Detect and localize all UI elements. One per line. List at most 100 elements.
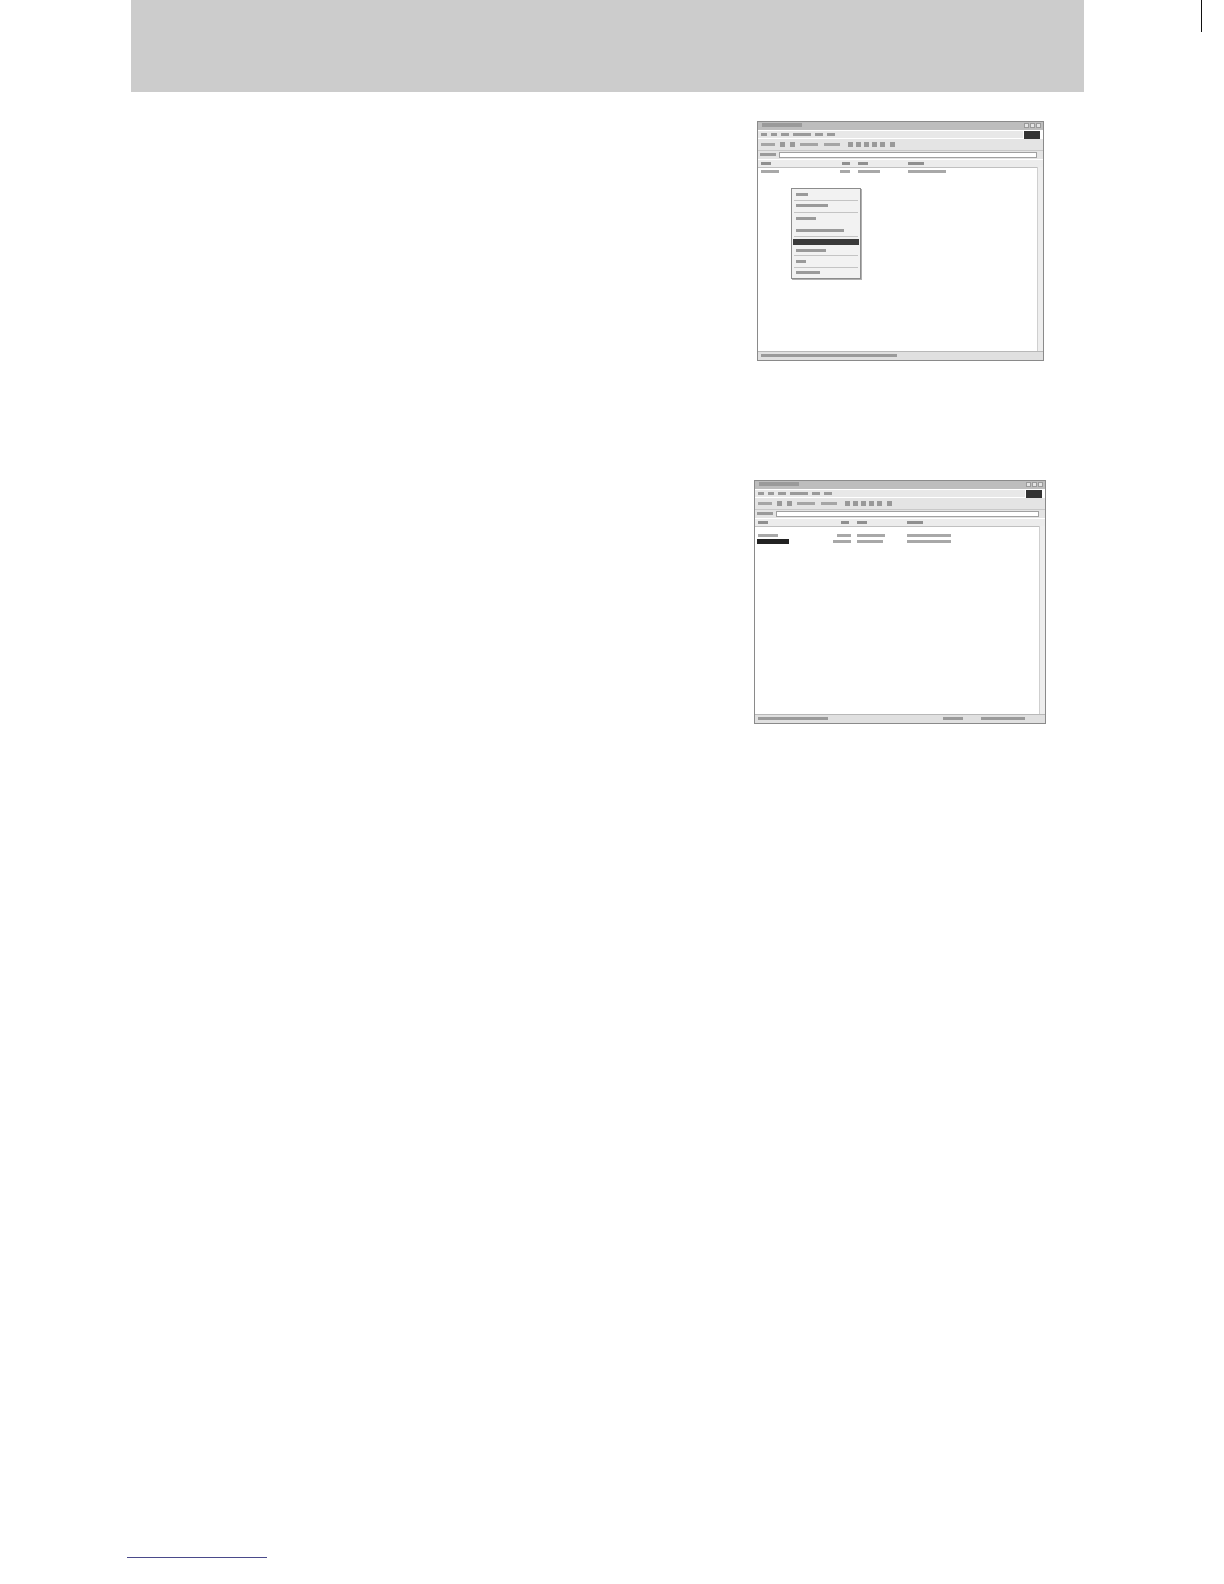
menu-item[interactable] — [781, 133, 789, 136]
back-button[interactable] — [758, 502, 772, 505]
maximize-icon[interactable] — [1032, 482, 1037, 487]
forward-icon[interactable] — [780, 142, 785, 147]
file-size — [840, 170, 850, 173]
file-size — [837, 534, 851, 537]
address-input[interactable] — [779, 152, 1037, 158]
context-menu-item[interactable] — [796, 193, 808, 196]
move-icon[interactable] — [856, 142, 861, 147]
file-name — [757, 539, 789, 544]
menu-separator — [794, 200, 858, 201]
menu-item[interactable] — [812, 492, 820, 495]
maximize-icon[interactable] — [1030, 123, 1035, 128]
screenshot-context-menu — [757, 121, 1044, 361]
screenshot-file-list — [754, 480, 1046, 724]
move-icon[interactable] — [853, 501, 858, 506]
menu-item[interactable] — [815, 133, 823, 136]
column-type[interactable] — [858, 162, 868, 165]
status-bar — [758, 351, 1043, 360]
file-row-selected[interactable] — [755, 539, 1045, 545]
context-menu-item[interactable] — [796, 271, 820, 274]
file-row[interactable] — [758, 169, 1043, 175]
status-zone — [981, 717, 1025, 720]
menu-item[interactable] — [778, 492, 786, 495]
folders-button[interactable] — [824, 143, 840, 146]
up-folder-icon[interactable] — [790, 142, 795, 147]
window-titlebar — [758, 122, 1043, 130]
column-name[interactable] — [758, 521, 768, 524]
file-modified — [907, 534, 951, 537]
history-icon[interactable] — [845, 501, 850, 506]
menu-item[interactable] — [790, 492, 808, 495]
undo-icon[interactable] — [877, 501, 882, 506]
column-modified[interactable] — [907, 521, 923, 524]
minimize-icon[interactable] — [1024, 123, 1029, 128]
column-size[interactable] — [841, 521, 849, 524]
history-icon[interactable] — [848, 142, 853, 147]
page-header-band — [131, 0, 1084, 92]
search-button[interactable] — [797, 502, 815, 505]
context-menu-item[interactable] — [796, 260, 806, 263]
file-modified — [908, 170, 946, 173]
delete-icon[interactable] — [872, 142, 877, 147]
file-name — [761, 170, 779, 173]
file-size — [833, 540, 851, 543]
menu-item[interactable] — [793, 133, 811, 136]
context-menu-item[interactable] — [796, 229, 844, 232]
status-bar — [755, 714, 1045, 723]
views-icon[interactable] — [887, 501, 892, 506]
menu-separator — [794, 255, 858, 256]
status-text — [761, 354, 897, 357]
column-modified[interactable] — [908, 162, 924, 165]
address-label — [757, 512, 773, 515]
address-label — [760, 153, 776, 156]
menu-separator — [794, 267, 858, 268]
window-title — [762, 123, 802, 127]
address-bar — [758, 151, 1043, 159]
views-icon[interactable] — [890, 142, 895, 147]
back-button[interactable] — [761, 143, 775, 146]
menu-bar — [758, 131, 1023, 138]
context-menu-item[interactable] — [796, 217, 816, 220]
menu-separator — [794, 212, 858, 213]
file-name — [758, 534, 778, 537]
vertical-scrollbar[interactable] — [1037, 167, 1043, 351]
vertical-scrollbar[interactable] — [1039, 526, 1045, 714]
address-bar — [755, 510, 1045, 518]
copy-icon[interactable] — [864, 142, 869, 147]
toolbar — [755, 498, 1045, 510]
undo-icon[interactable] — [880, 142, 885, 147]
address-input[interactable] — [776, 511, 1039, 517]
context-menu-item[interactable] — [796, 249, 826, 252]
menu-separator — [794, 236, 858, 237]
footnote-rule — [127, 1557, 267, 1558]
minimize-icon[interactable] — [1026, 482, 1031, 487]
column-type[interactable] — [857, 521, 867, 524]
menu-item[interactable] — [761, 133, 767, 136]
menu-item[interactable] — [758, 492, 764, 495]
column-header — [755, 519, 1045, 527]
search-button[interactable] — [800, 143, 818, 146]
menu-item[interactable] — [771, 133, 777, 136]
context-menu-item[interactable] — [796, 204, 828, 207]
column-size[interactable] — [842, 162, 850, 165]
menu-item[interactable] — [827, 133, 835, 136]
page-edge-mark — [1201, 0, 1202, 32]
file-type — [857, 540, 883, 543]
file-type — [858, 170, 880, 173]
menu-item[interactable] — [824, 492, 832, 495]
forward-icon[interactable] — [777, 501, 782, 506]
close-icon[interactable] — [1036, 123, 1041, 128]
window-title — [759, 482, 799, 486]
close-icon[interactable] — [1038, 482, 1043, 487]
folders-button[interactable] — [821, 502, 837, 505]
up-folder-icon[interactable] — [787, 501, 792, 506]
column-name[interactable] — [761, 162, 771, 165]
menu-item[interactable] — [768, 492, 774, 495]
toolbar — [758, 139, 1043, 151]
copy-icon[interactable] — [861, 501, 866, 506]
delete-icon[interactable] — [869, 501, 874, 506]
context-menu-item-highlighted[interactable] — [793, 239, 859, 245]
status-size — [943, 717, 963, 720]
file-type — [857, 534, 885, 537]
menu-bar — [755, 490, 1025, 497]
